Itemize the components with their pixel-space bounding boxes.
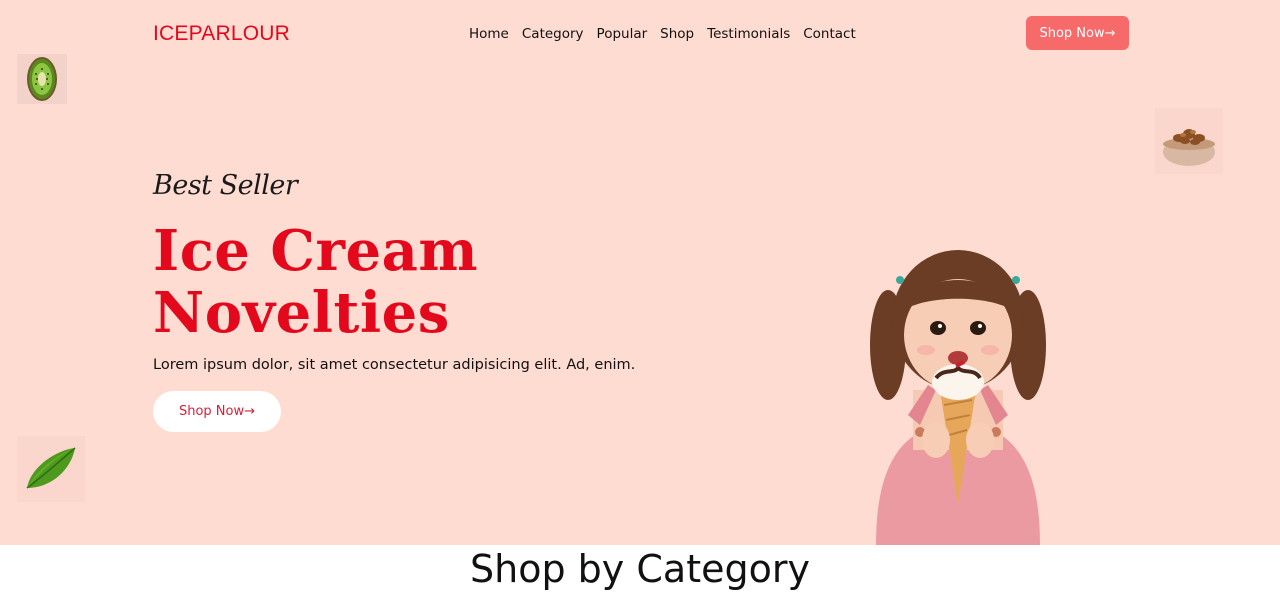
leaf-image bbox=[17, 436, 85, 502]
hero-eyebrow: Best Seller bbox=[153, 170, 298, 201]
arrow-right-icon: → bbox=[244, 404, 256, 419]
hero-title-line1: Ice Cream bbox=[153, 218, 479, 284]
logo[interactable]: ICEPARLOUR bbox=[153, 22, 290, 46]
hero-shop-now-label: Shop Now bbox=[178, 404, 245, 419]
nav-category[interactable]: Category bbox=[522, 26, 584, 42]
header-shop-now-label: Shop Now bbox=[1039, 25, 1105, 41]
arrow-right-icon: → bbox=[1104, 25, 1116, 41]
hero-title-line2: Novelties bbox=[153, 280, 450, 346]
hero-title: Ice Cream Novelties bbox=[153, 220, 478, 344]
girl-eating-ice-cream-image bbox=[870, 250, 1046, 545]
main-nav: Home Category Popular Shop Testimonials … bbox=[469, 26, 856, 42]
hero-shop-now-button[interactable]: Shop Now → bbox=[153, 391, 281, 432]
hero-section: ICEPARLOUR Home Category Popular Shop Te… bbox=[0, 0, 1280, 545]
kiwi-slice-image bbox=[17, 54, 67, 104]
nut-bowl-image bbox=[1155, 108, 1223, 174]
header-shop-now-button[interactable]: Shop Now → bbox=[1026, 16, 1129, 50]
nav-home[interactable]: Home bbox=[469, 26, 509, 42]
nav-shop[interactable]: Shop bbox=[660, 26, 694, 42]
hero-subtitle: Lorem ipsum dolor, sit amet consectetur … bbox=[153, 357, 636, 373]
nav-testimonials[interactable]: Testimonials bbox=[707, 26, 790, 42]
section-title: Shop by Category bbox=[0, 545, 1280, 605]
nav-popular[interactable]: Popular bbox=[597, 26, 648, 42]
nav-contact[interactable]: Contact bbox=[803, 26, 856, 42]
